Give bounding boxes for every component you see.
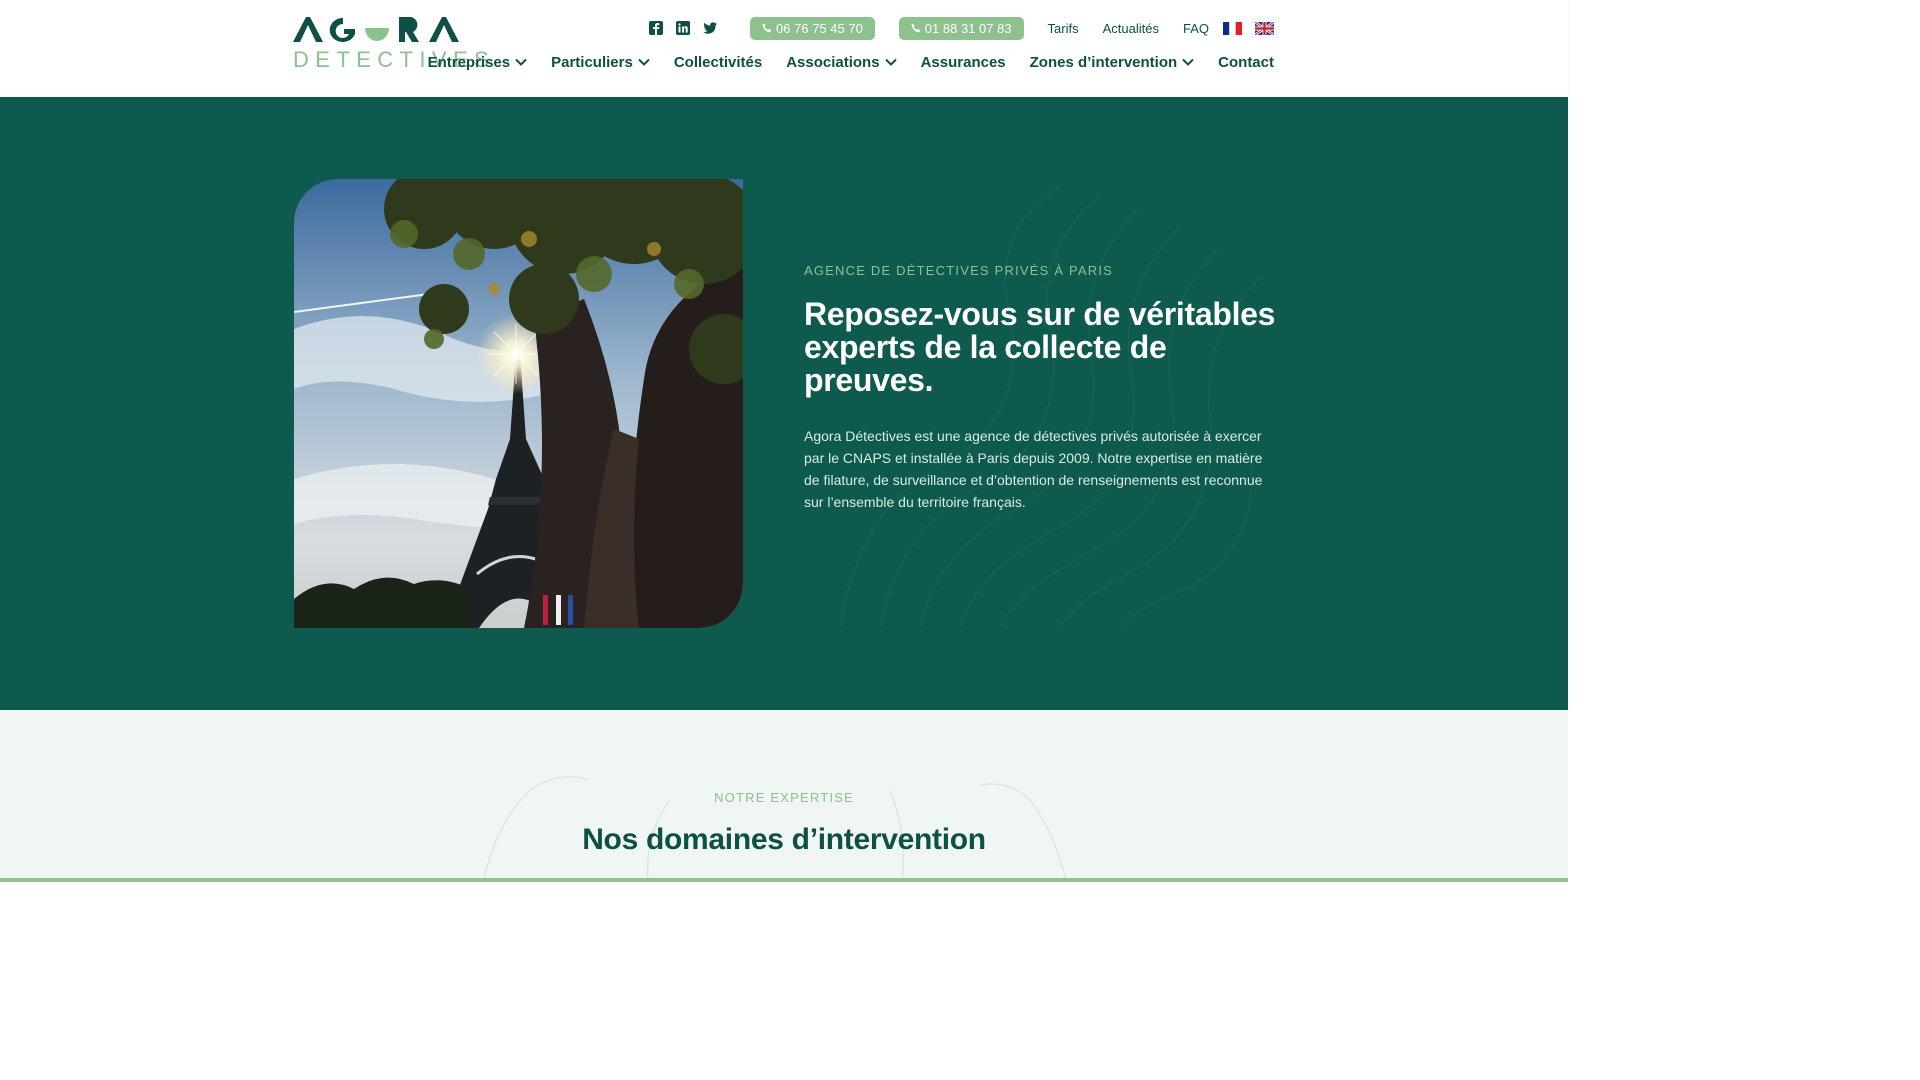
- phone-icon: [911, 23, 921, 33]
- nav-contact[interactable]: Contact: [1218, 54, 1274, 71]
- hero-eyebrow: AGENCE DE DÉTECTIVES PRIVÉS À PARIS: [804, 263, 1114, 278]
- section-divider: [0, 878, 1568, 882]
- main-nav: Entreprises Particuliers Collectivités A…: [428, 51, 1274, 73]
- nav-label: Assurances: [920, 53, 1006, 71]
- expertise-eyebrow: NOTRE EXPERTISE: [714, 790, 854, 805]
- top-link-tarifs[interactable]: Tarifs: [1048, 21, 1079, 36]
- facebook-icon[interactable]: [648, 20, 664, 36]
- hero-description: Agora Détectives est une agence de détec…: [804, 428, 1263, 510]
- top-bar: 06 76 75 45 70 01 88 31 07 83 Tarifs Act…: [648, 16, 1274, 40]
- expertise-section: NOTRE EXPERTISE Nos domaines d’intervent…: [0, 710, 1568, 882]
- nav-label: Associations: [786, 53, 880, 71]
- expertise-title: Nos domaines d’intervention: [582, 823, 986, 856]
- flag-fr-icon[interactable]: [1223, 21, 1242, 35]
- top-link-actualites[interactable]: Actualités: [1103, 21, 1159, 36]
- chevron-down-icon: [515, 58, 527, 66]
- nav-label: Particuliers: [551, 53, 633, 71]
- nav-associations[interactable]: Associations: [786, 53, 897, 71]
- hero-image-eiffel-tower: [294, 179, 743, 628]
- chevron-down-icon: [884, 58, 897, 66]
- phone-number: 01 88 31 07 83: [924, 20, 1012, 36]
- phone-icon: [762, 23, 772, 33]
- nav-particuliers[interactable]: Particuliers: [551, 54, 650, 71]
- flag-uk-icon[interactable]: [1255, 21, 1274, 35]
- nav-label: Zones d’intervention: [1029, 53, 1178, 71]
- nav-label: Collectivités: [673, 53, 763, 71]
- phone-button-landline[interactable]: 01 88 31 07 83: [898, 16, 1024, 40]
- nav-entreprises[interactable]: Entreprises: [428, 54, 528, 71]
- chevron-down-icon: [638, 58, 650, 66]
- site-header: DETECTIVES 06 76 75 45 70 01 88 31 07 83…: [0, 0, 1568, 97]
- social-links: [648, 20, 718, 36]
- hero-content: AGENCE DE DÉTECTIVES PRIVÉS À PARIS Repo…: [804, 263, 1278, 513]
- nav-label: Entreprises: [427, 53, 511, 71]
- nav-label: Contact: [1218, 53, 1274, 71]
- phone-number: 06 76 75 45 70: [776, 20, 863, 36]
- hero-title: Reposez-vous sur de véritables experts d…: [804, 296, 1276, 398]
- nav-collectivites[interactable]: Collectivités: [674, 54, 762, 71]
- nav-zones-intervention[interactable]: Zones d’intervention: [1030, 54, 1195, 71]
- twitter-icon[interactable]: [702, 20, 718, 36]
- hero-section: AGENCE DE DÉTECTIVES PRIVÉS À PARIS Repo…: [0, 97, 1568, 710]
- logo-mark: [293, 17, 459, 42]
- linkedin-icon[interactable]: [675, 20, 691, 36]
- top-link-faq[interactable]: FAQ: [1183, 21, 1209, 36]
- nav-assurances[interactable]: Assurances: [921, 54, 1006, 71]
- phone-button-mobile[interactable]: 06 76 75 45 70: [750, 16, 875, 40]
- chevron-down-icon: [1182, 58, 1194, 66]
